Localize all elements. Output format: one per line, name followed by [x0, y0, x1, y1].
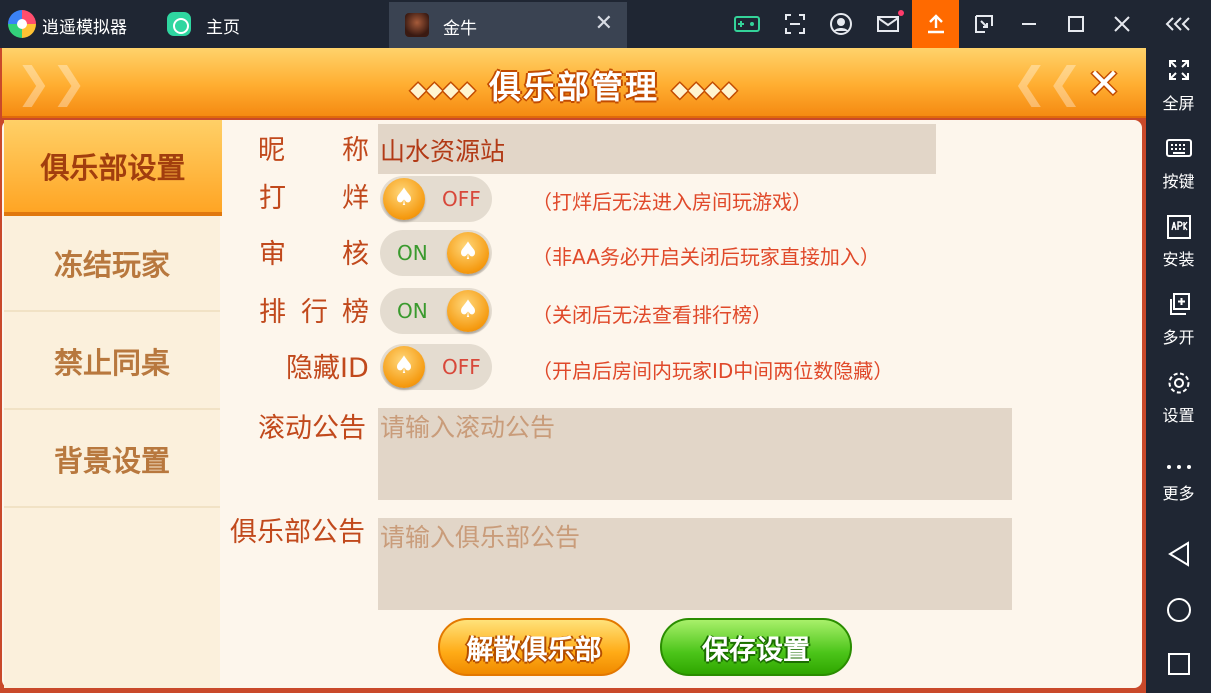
fullscreen-icon — [1146, 58, 1211, 88]
multi-instance-icon — [1146, 292, 1211, 322]
sidebar-item-keymap[interactable]: 按键 — [1146, 128, 1211, 200]
leaderboard-toggle[interactable]: ON — [380, 288, 492, 334]
nickname-label-a: 昵 — [258, 135, 285, 166]
sidebar-item-label: 全屏 — [1162, 94, 1195, 113]
sidebar-item-label: 更多 — [1162, 484, 1195, 503]
settings-menu: 俱乐部设置 冻结玩家 禁止同桌 背景设置 — [4, 120, 222, 688]
back-icon[interactable] — [1146, 534, 1211, 574]
dialog-title-wrap: ◆◆◆◆ 俱乐部管理 ◆◆◆◆ — [2, 62, 1146, 108]
window-switch-icon[interactable] — [970, 10, 998, 38]
spade-knob-icon — [383, 346, 425, 388]
maximize-icon[interactable] — [1062, 10, 1090, 38]
spade-knob-icon — [447, 232, 489, 274]
app-name: 逍遥模拟器 — [42, 18, 127, 38]
sidebar-item-label: 安装 — [1162, 250, 1195, 269]
toggle-state: OFF — [442, 187, 481, 211]
scroll-notice-placeholder: 请输入滚动公告 — [380, 413, 556, 442]
club-notice-label: 俱乐部公告 — [230, 517, 365, 548]
tab-game-label: 金牛 — [443, 19, 477, 39]
menu-item-background[interactable]: 背景设置 — [4, 412, 220, 508]
scroll-notice-label: 滚动公告 — [258, 413, 366, 444]
sidebar-item-label: 按键 — [1162, 172, 1195, 191]
hide-id-label: 隐藏ID — [286, 353, 369, 384]
keyboard-icon — [1146, 136, 1211, 166]
dissolve-club-label: 解散俱乐部 — [466, 634, 602, 666]
close-tab-icon[interactable]: ✕ — [595, 11, 613, 37]
closing-label-b: 烊 — [342, 183, 369, 214]
recent-apps-icon[interactable] — [1146, 644, 1211, 684]
club-notice-placeholder: 请输入俱乐部公告 — [380, 523, 581, 552]
diamond-decoration: ◆◆◆◆ — [672, 77, 738, 101]
review-label-b: 核 — [342, 239, 369, 270]
club-notice-input[interactable]: 请输入俱乐部公告 — [378, 518, 1012, 610]
menu-item-club-settings[interactable]: 俱乐部设置 — [4, 120, 222, 216]
account-icon[interactable] — [827, 10, 855, 38]
toggle-state: ON — [397, 299, 428, 323]
toggle-state: OFF — [442, 355, 481, 379]
leaderboard-label-b: 行 — [301, 297, 328, 328]
settings-panel: 俱乐部设置 冻结玩家 禁止同桌 背景设置 昵 称 山水资源站 打 烊 OFF （… — [2, 120, 1142, 688]
menu-item-label: 禁止同桌 — [53, 346, 170, 380]
toggle-state: ON — [397, 241, 428, 265]
sidebar-item-more[interactable]: 更多 — [1146, 440, 1211, 512]
menu-item-label: 背景设置 — [53, 444, 170, 478]
game-viewport: ❯❯ ❮❮ ◆◆◆◆ 俱乐部管理 ◆◆◆◆ ✕ 俱乐部设置 冻结玩家 禁止同桌 … — [0, 48, 1146, 693]
collapse-sidebar-icon[interactable] — [1163, 10, 1195, 38]
nickname-label-b: 称 — [342, 135, 369, 166]
dissolve-club-button[interactable]: 解散俱乐部 — [438, 618, 630, 676]
sidebar-item-settings[interactable]: 设置 — [1146, 362, 1211, 434]
nickname-field[interactable]: 山水资源站 — [378, 124, 936, 174]
spade-knob-icon — [447, 290, 489, 332]
app-logo-icon — [8, 10, 36, 38]
review-toggle[interactable]: ON — [380, 230, 492, 276]
minimize-icon[interactable] — [1015, 10, 1043, 38]
gamepad-icon[interactable] — [733, 10, 761, 38]
hide-id-hint: （开启后房间内玩家ID中间两位数隐藏） — [532, 359, 894, 383]
leaderboard-label-a: 排 — [259, 297, 286, 328]
upload-icon[interactable] — [912, 0, 959, 48]
notification-dot — [898, 10, 904, 16]
dialog-title: 俱乐部管理 — [488, 68, 659, 106]
closing-toggle[interactable]: OFF — [380, 176, 492, 222]
scroll-notice-input[interactable]: 请输入滚动公告 — [378, 408, 1012, 500]
menu-item-no-same-table[interactable]: 禁止同桌 — [4, 314, 220, 410]
review-label-a: 审 — [259, 239, 286, 270]
diamond-decoration: ◆◆◆◆ — [410, 77, 476, 101]
spade-knob-icon — [383, 178, 425, 220]
closing-label-a: 打 — [259, 183, 286, 214]
closing-hint: （打烊后无法进入房间玩游戏） — [532, 190, 812, 214]
more-icon — [1146, 448, 1211, 478]
close-dialog-button[interactable]: ✕ — [1082, 61, 1126, 107]
sidebar-item-label: 多开 — [1162, 328, 1195, 347]
emulator-sidebar: 全屏 按键 安装 多开 设置 更多 — [1146, 48, 1211, 693]
sidebar-item-fullscreen[interactable]: 全屏 — [1146, 50, 1211, 122]
leaderboard-label-c: 榜 — [342, 297, 369, 328]
tab-game-active[interactable]: 金牛 ✕ — [389, 2, 627, 48]
menu-item-label: 俱乐部设置 — [40, 151, 186, 185]
screenshot-icon[interactable] — [781, 10, 809, 38]
close-window-icon[interactable] — [1108, 10, 1136, 38]
hide-id-toggle[interactable]: OFF — [380, 344, 492, 390]
leaderboard-hint: （关闭后无法查看排行榜） — [532, 303, 772, 327]
settings-icon — [1146, 370, 1211, 400]
home-circle-icon[interactable] — [1146, 590, 1211, 630]
dialog-header: ❯❯ ❮❮ ◆◆◆◆ 俱乐部管理 ◆◆◆◆ ✕ — [2, 48, 1146, 118]
save-settings-button[interactable]: 保存设置 — [660, 618, 852, 676]
home-tab-icon[interactable] — [167, 12, 191, 36]
apk-icon — [1146, 214, 1211, 244]
menu-item-label: 冻结玩家 — [53, 248, 170, 282]
sidebar-item-install[interactable]: 安装 — [1146, 206, 1211, 278]
sidebar-item-label: 设置 — [1162, 406, 1195, 425]
game-thumbnail-icon — [405, 13, 429, 37]
nickname-value: 山水资源站 — [380, 137, 506, 166]
review-hint: （非AA务必开启关闭后玩家直接加入） — [532, 245, 880, 269]
sidebar-item-multi[interactable]: 多开 — [1146, 284, 1211, 356]
save-settings-label: 保存设置 — [702, 634, 810, 666]
menu-item-freeze-player[interactable]: 冻结玩家 — [4, 216, 220, 312]
tab-home[interactable]: 主页 — [206, 13, 240, 38]
emulator-titlebar: 逍遥模拟器 主页 金牛 ✕ — [0, 0, 1211, 48]
